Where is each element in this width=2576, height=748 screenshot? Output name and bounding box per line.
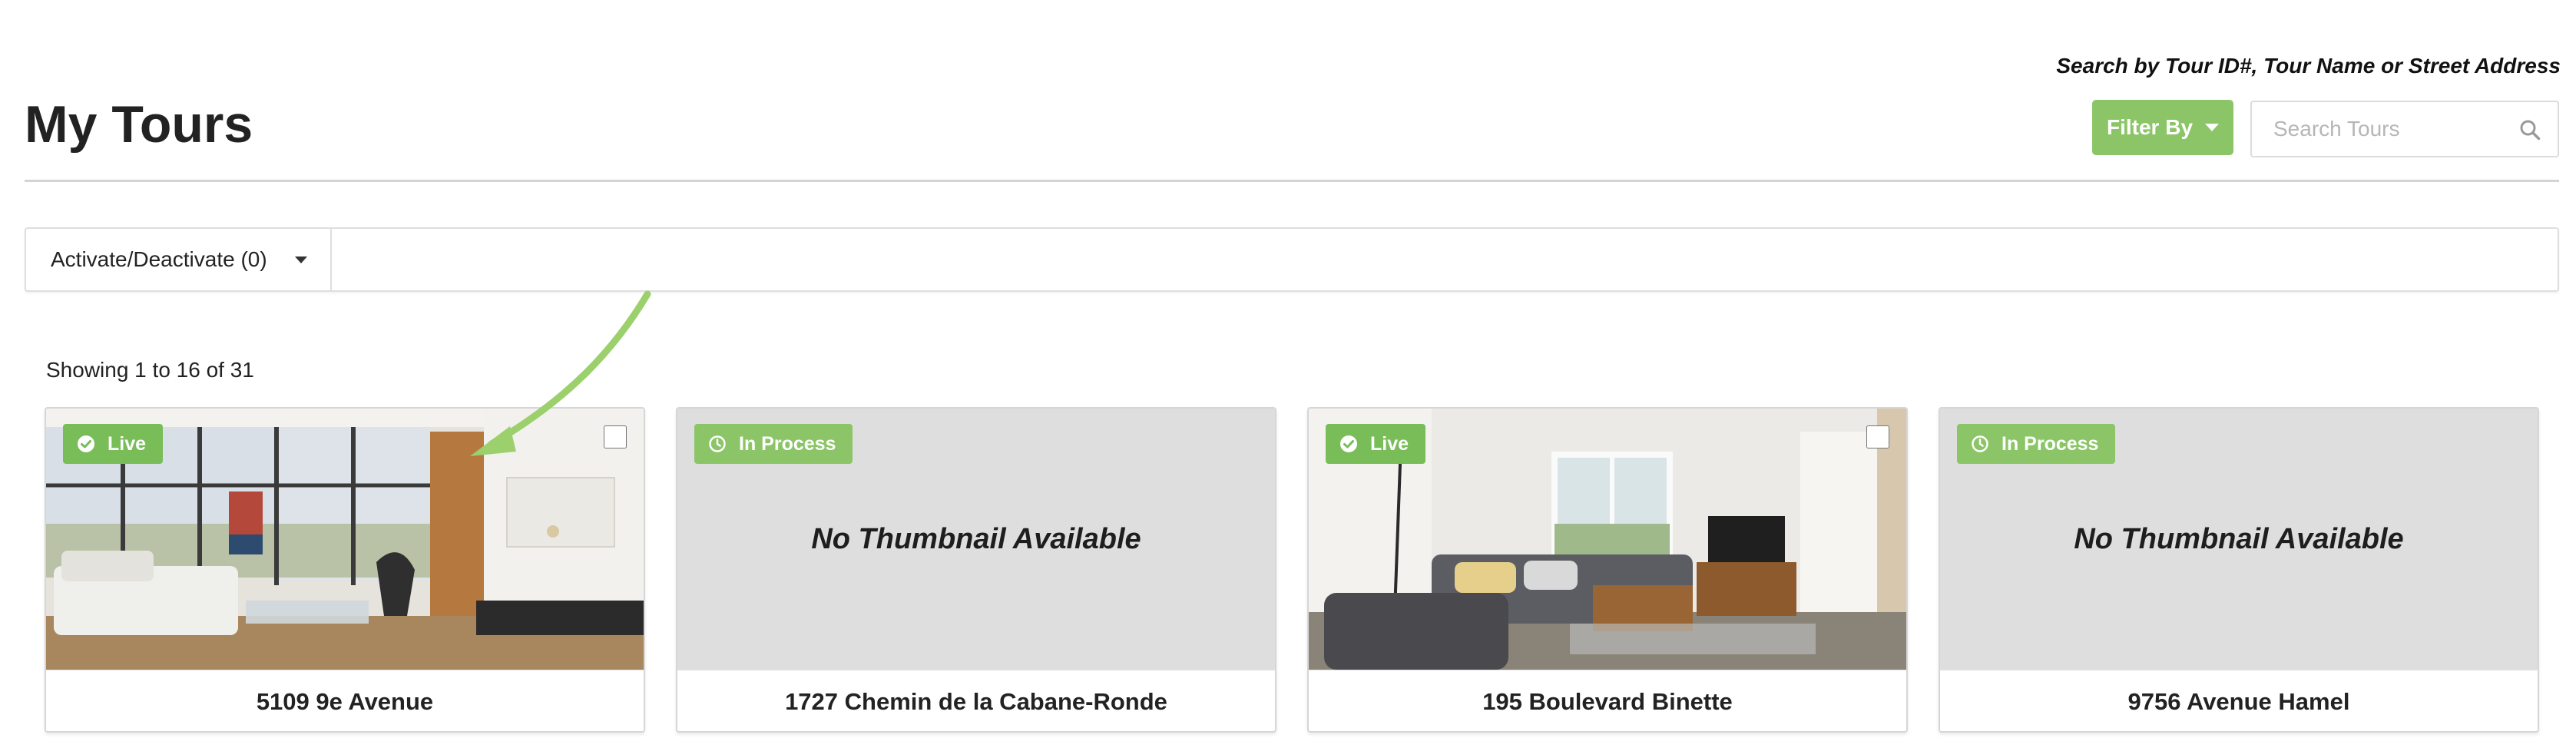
tour-card[interactable]: Live 195 Boulevard Binette <box>1307 407 1908 733</box>
activate-deactivate-label: Activate/Deactivate (0) <box>51 247 267 271</box>
search-box <box>2250 101 2559 157</box>
filter-by-label: Filter By <box>2106 115 2194 139</box>
status-badge: In Process <box>694 424 853 464</box>
tour-card[interactable]: No Thumbnail Available In Process 9756 A… <box>1939 407 2539 733</box>
status-label: In Process <box>739 432 836 455</box>
check-circle-icon <box>78 435 94 452</box>
search-icon[interactable] <box>2519 119 2541 141</box>
header-divider <box>25 180 2559 182</box>
status-badge: Live <box>63 424 164 464</box>
search-input[interactable] <box>2252 102 2519 156</box>
activate-deactivate-dropdown[interactable]: Activate/Deactivate (0) <box>26 229 332 290</box>
caret-down-icon <box>2205 124 2220 131</box>
status-badge: In Process <box>1957 424 2116 464</box>
tour-select-checkbox[interactable] <box>1866 425 1889 448</box>
status-badge: Live <box>1326 424 1426 464</box>
tour-title[interactable]: 1727 Chemin de la Cabane-Ronde <box>677 670 1275 731</box>
page-title: My Tours <box>25 95 253 154</box>
clock-icon <box>709 435 726 452</box>
tour-title[interactable]: 5109 9e Avenue <box>46 670 644 731</box>
caret-down-icon <box>294 256 307 263</box>
results-count: Showing 1 to 16 of 31 <box>46 358 254 382</box>
tour-title[interactable]: 195 Boulevard Binette <box>1309 670 1906 731</box>
clock-icon <box>1972 435 1988 452</box>
search-hint: Search by Tour ID#, Tour Name or Street … <box>2056 54 2561 78</box>
bulk-actions-bar: Activate/Deactivate (0) <box>25 227 2559 292</box>
tour-select-checkbox[interactable] <box>604 425 627 448</box>
status-label: In Process <box>2002 432 2099 455</box>
status-label: Live <box>108 432 147 455</box>
tour-card[interactable]: No Thumbnail Available In Process 1727 C… <box>676 407 1276 733</box>
tour-title[interactable]: 9756 Avenue Hamel <box>1940 670 2538 731</box>
check-circle-icon <box>1340 435 1357 452</box>
tour-card[interactable]: Live 5109 9e Avenue <box>45 407 645 733</box>
status-label: Live <box>1370 432 1409 455</box>
filter-by-button[interactable]: Filter By <box>2092 100 2233 155</box>
